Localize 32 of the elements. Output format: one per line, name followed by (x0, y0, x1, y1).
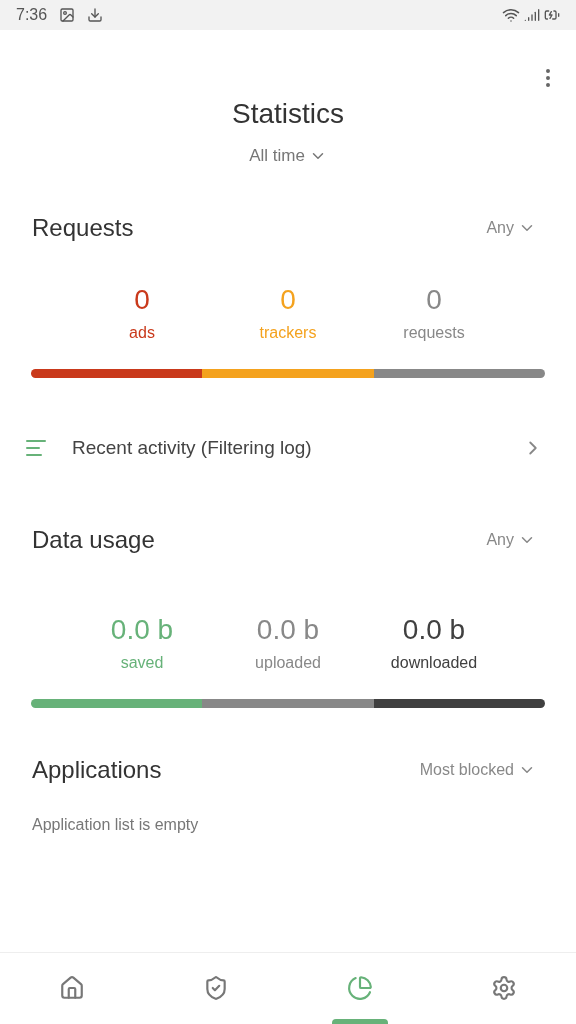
home-icon (59, 975, 85, 1001)
section-title: Applications (32, 755, 162, 785)
recent-activity-item[interactable]: Recent activity (Filtering log) (0, 418, 576, 478)
stat-label: ads (129, 323, 155, 343)
page-title: Statistics (232, 97, 344, 131)
filter-dropdown[interactable]: Most blocked (419, 758, 544, 782)
filter-dropdown[interactable]: Any (486, 528, 544, 552)
period-dropdown[interactable]: All time (249, 143, 327, 169)
download-icon (87, 7, 104, 23)
stat-value: 0.0 b (110, 613, 174, 647)
empty-message: Application list is empty (32, 815, 199, 835)
stat-value: 0 (280, 283, 296, 317)
stat-value: 0.0 b (256, 613, 320, 647)
image-icon (59, 7, 76, 23)
battery-icon (544, 7, 560, 23)
stat-label: requests (403, 323, 465, 343)
stat-value: 0 (134, 283, 150, 317)
stat-label: downloaded (390, 653, 478, 673)
section-title: Data usage (32, 525, 155, 555)
shield-icon (203, 975, 229, 1001)
wifi-icon (502, 6, 520, 24)
stat-value: 0 (426, 283, 442, 317)
stat-label: trackers (259, 323, 317, 343)
stat-label: uploaded (255, 653, 321, 673)
clock: 7:36 (16, 5, 48, 25)
pie-chart-icon (347, 975, 373, 1001)
settings-icon (491, 975, 517, 1001)
section-title: Requests (32, 213, 134, 243)
signal-icon (524, 7, 540, 23)
filter-dropdown[interactable]: Any (486, 216, 544, 240)
stat-value: 0.0 b (402, 613, 466, 647)
stat-label: saved (120, 653, 164, 673)
